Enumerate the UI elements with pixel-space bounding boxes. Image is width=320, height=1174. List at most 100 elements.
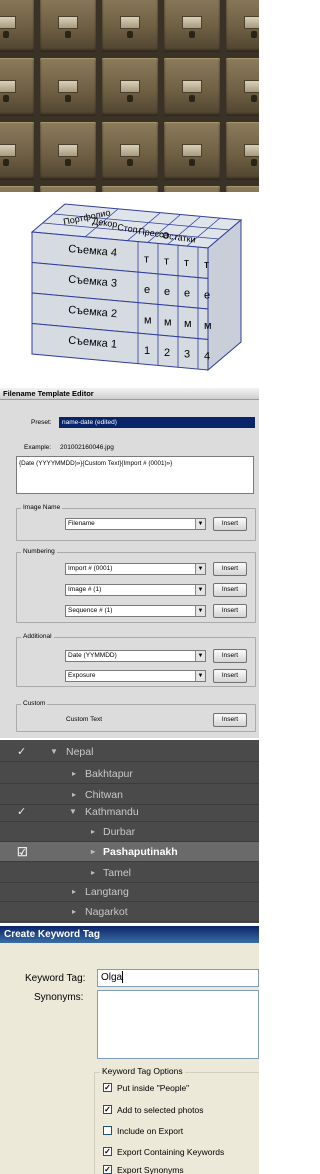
dialog-title: Create Keyword Tag	[0, 926, 259, 943]
cube-cell-letter: 3	[184, 349, 190, 361]
tree-item-durbar[interactable]: ▸ Durbar	[0, 822, 259, 842]
export-containing-checkbox[interactable]: ✓	[103, 1147, 112, 1156]
drawer-pull	[250, 95, 258, 103]
triangle-right-icon: ▸	[91, 868, 96, 877]
cube-cell-letter: м	[184, 318, 192, 330]
tree-item-bakhtapur[interactable]: ▸ Bakhtapur	[0, 764, 259, 784]
triangle-right-icon: ▸	[91, 847, 96, 856]
exposure-dropdown[interactable]: Exposure ▼	[65, 670, 206, 682]
synonyms-textarea[interactable]	[97, 990, 259, 1059]
tree-item-label: Bakhtapur	[85, 768, 133, 780]
drawer-pull	[126, 31, 134, 39]
checkmark-icon[interactable]: ✓	[17, 742, 26, 762]
tree-item-nagarkot[interactable]: ▸ Nagarkot	[0, 902, 259, 922]
drawer-pull	[188, 31, 196, 39]
cube-cell-letter: м	[204, 320, 212, 332]
keyword-tag-input-value: Olga	[101, 972, 123, 983]
put-inside-people-label: Put inside "People"	[117, 1083, 190, 1093]
exposure-dropdown-value: Exposure	[68, 672, 96, 679]
create-keyword-tag-dialog: Create Keyword Tag Keyword Tag: Olga Syn…	[0, 926, 259, 1174]
triangle-right-icon: ▸	[72, 887, 77, 896]
example-label: Example:	[24, 444, 52, 451]
catalog-drawer	[40, 58, 96, 116]
export-containing-label: Export Containing Keywords	[117, 1147, 225, 1157]
cube-cell-letter: т	[164, 255, 169, 267]
tree-item-label: Kathmandu	[85, 806, 139, 818]
cube-cell-letter: е	[144, 284, 150, 296]
drawer-label-plate	[181, 16, 203, 29]
insert-button-exposure[interactable]: Insert	[213, 669, 247, 683]
drawer-pull	[2, 159, 10, 167]
catalog-drawer	[226, 122, 259, 180]
insert-button-sequence[interactable]: Insert	[213, 604, 247, 618]
filename-dropdown[interactable]: Filename ▼	[65, 518, 206, 530]
add-to-selected-checkbox[interactable]: ✓	[103, 1105, 112, 1114]
tree-item-langtang[interactable]: ▸ Langtang	[0, 882, 259, 902]
catalog-drawer	[102, 122, 158, 180]
synonyms-label: Synonyms:	[34, 992, 84, 1003]
triangle-down-icon[interactable]: ▼	[69, 802, 77, 822]
cube-cell-letter: м	[144, 315, 152, 327]
drawer-pull	[126, 159, 134, 167]
preset-select[interactable]: name-date (edited)	[59, 417, 255, 428]
drawer-pull	[250, 159, 258, 167]
drawer-label-plate	[57, 16, 79, 29]
keyword-cube-diagram: Съемка 4 Съемка 3 Съемка 2 Съемка 1 тем1тем…	[0, 192, 259, 388]
chevron-down-icon: ▼	[195, 606, 205, 616]
catalog-drawer	[40, 0, 96, 52]
cube-front-rows: Съемка 4Съемка 3Съемка 2Съемка 1	[31, 231, 209, 371]
tree-item-kathmandu[interactable]: ✓ ▼ Kathmandu	[0, 802, 259, 822]
group-image-name-title: Image Name	[21, 504, 63, 511]
chevron-down-icon: ▼	[195, 519, 205, 529]
keyword-options-title: Keyword Tag Options	[100, 1066, 185, 1076]
include-on-export-checkbox[interactable]	[103, 1126, 112, 1135]
tree-item-label: Tamel	[103, 867, 132, 879]
insert-button-filename[interactable]: Insert	[213, 517, 247, 531]
drawer-label-plate	[57, 144, 79, 157]
cube-cell-letter: 4	[204, 351, 210, 363]
card-catalog-photo	[0, 0, 259, 192]
put-inside-people-checkbox[interactable]: ✓	[103, 1083, 112, 1092]
template-text-field[interactable]: {Date (YYYYMMDD)»}{Custom Text}{Import #…	[16, 456, 254, 494]
checkmark-icon[interactable]: ✓	[17, 802, 26, 822]
drawer-label-plate	[0, 80, 17, 93]
tree-item-nepal[interactable]: ✓ ▼ Nepal	[0, 742, 259, 762]
date-dropdown-value: Date (YYMMDD)	[68, 652, 117, 659]
catalog-drawer	[164, 122, 220, 180]
insert-button-custom[interactable]: Insert	[213, 713, 247, 727]
insert-button-import[interactable]: Insert	[213, 562, 247, 576]
partial-check-icon[interactable]: ☑	[17, 842, 28, 862]
drawer-pull	[2, 31, 10, 39]
import-number-dropdown[interactable]: Import # (0001) ▼	[65, 563, 206, 575]
insert-button-date[interactable]: Insert	[213, 649, 247, 663]
cube-cell-letter: е	[184, 288, 190, 300]
triangle-down-icon[interactable]: ▼	[50, 742, 58, 762]
drawer-label-plate	[243, 16, 259, 29]
drawer-label-plate	[0, 16, 17, 29]
catalog-drawer	[0, 122, 34, 180]
export-synonyms-label: Export Synonyms	[117, 1165, 184, 1174]
catalog-drawer	[226, 0, 259, 52]
chevron-down-icon: ▼	[195, 651, 205, 661]
insert-button-image[interactable]: Insert	[213, 583, 247, 597]
drawer-pull	[126, 95, 134, 103]
cube-cell-letter: т	[144, 254, 149, 266]
sequence-dropdown[interactable]: Sequence # (1) ▼	[65, 605, 206, 617]
tree-item-label: Nagarkot	[85, 906, 128, 918]
export-synonyms-checkbox[interactable]: ✓	[103, 1165, 112, 1174]
tree-item-tamel[interactable]: ▸ Tamel	[0, 863, 259, 883]
group-additional-title: Additional	[21, 633, 54, 640]
cube-cell-letter: е	[204, 290, 210, 302]
tree-item-pashaputinakh[interactable]: ☑ ▸ Pashaputinakh	[0, 842, 259, 862]
keyword-tree-panel: ✓ ▼ Nepal ▸ Bakhtapur ▸ Chitwan ✓ ▼ Kath…	[0, 740, 259, 923]
triangle-right-icon: ▸	[72, 907, 77, 916]
catalog-drawer	[226, 58, 259, 116]
drawer-label-plate	[181, 144, 203, 157]
date-dropdown[interactable]: Date (YYMMDD) ▼	[65, 650, 206, 662]
sequence-dropdown-value: Sequence # (1)	[68, 607, 113, 614]
drawer-label-plate	[119, 16, 141, 29]
triangle-right-icon: ▸	[91, 827, 96, 836]
image-number-dropdown[interactable]: Image # (1) ▼	[65, 584, 206, 596]
drawer-label-plate	[0, 144, 17, 157]
keyword-tag-input[interactable]: Olga	[97, 969, 259, 987]
